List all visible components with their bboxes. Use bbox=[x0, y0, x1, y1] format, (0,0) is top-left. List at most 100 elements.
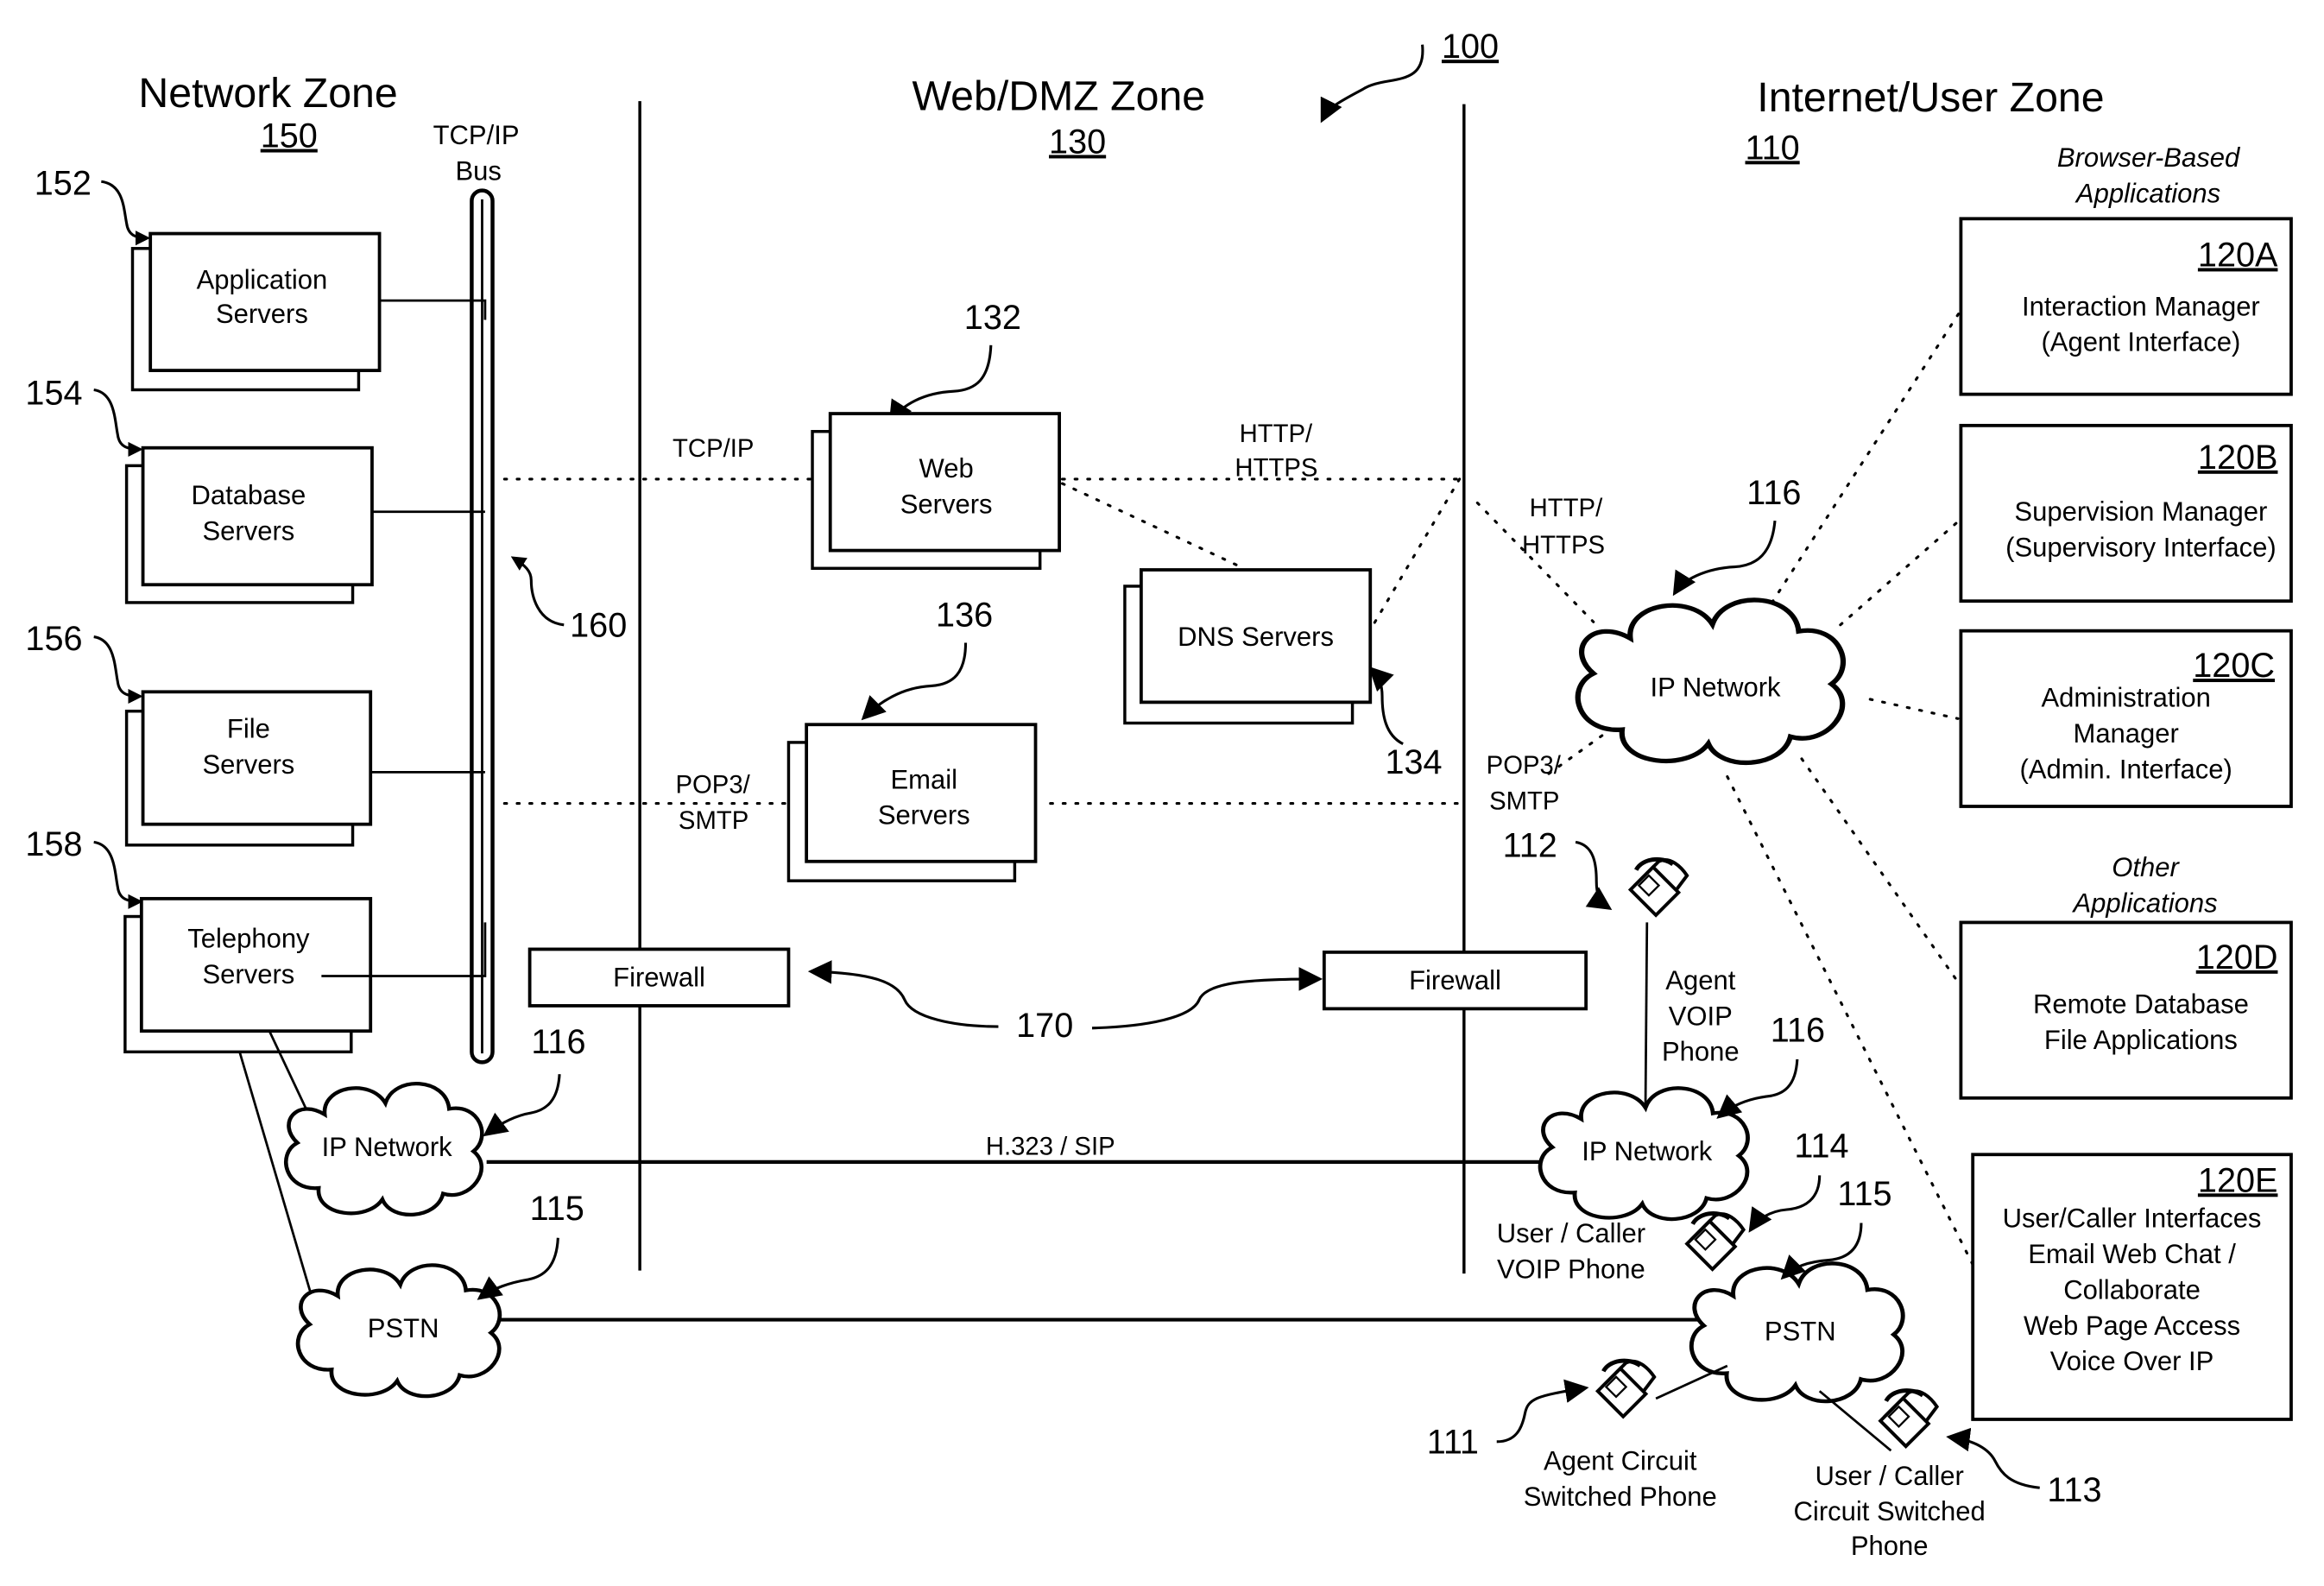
firewall-left: Firewall bbox=[527, 947, 791, 1008]
app-120e: 120E User/Caller Interfaces Email Web Ch… bbox=[1971, 1153, 2293, 1421]
ref-arrow-134 bbox=[1368, 666, 1404, 746]
svg-text:134: 134 bbox=[1385, 743, 1442, 781]
svg-text:IP Network: IP Network bbox=[322, 1132, 453, 1162]
app-120b: 120B Supervision Manager (Supervisory In… bbox=[1959, 423, 2293, 603]
file-servers: 156 File Servers bbox=[25, 620, 485, 847]
svg-text:154: 154 bbox=[25, 375, 82, 413]
link-to-120a bbox=[1770, 311, 1961, 604]
svg-text:156: 156 bbox=[25, 620, 82, 658]
svg-text:Phone: Phone bbox=[1662, 1037, 1740, 1067]
phone-link bbox=[1644, 922, 1649, 1104]
svg-text:SMTP: SMTP bbox=[679, 806, 748, 835]
svg-text:116: 116 bbox=[1746, 474, 1801, 512]
svg-text:113: 113 bbox=[2047, 1471, 2101, 1509]
svg-text:TCP/IP: TCP/IP bbox=[433, 120, 520, 150]
dns-http-link bbox=[1372, 477, 1462, 627]
svg-text:User / Caller: User / Caller bbox=[1497, 1218, 1645, 1248]
svg-text:115: 115 bbox=[1837, 1175, 1891, 1213]
svg-text:SMTP: SMTP bbox=[1489, 787, 1559, 815]
zone-internet-user: Internet/User Zone 110 bbox=[1746, 74, 2105, 167]
svg-text:115: 115 bbox=[530, 1190, 584, 1228]
svg-text:Switched Phone: Switched Phone bbox=[1524, 1482, 1717, 1512]
svg-text:VOIP Phone: VOIP Phone bbox=[1497, 1254, 1645, 1284]
tcpip-bus: TCP/IP Bus 160 bbox=[433, 120, 627, 1065]
svg-text:Manager: Manager bbox=[2073, 718, 2178, 749]
link-to-120b bbox=[1839, 516, 1964, 627]
svg-text:HTTPS: HTTPS bbox=[1522, 531, 1605, 559]
svg-text:136: 136 bbox=[936, 596, 993, 634]
ref-arrow-113 bbox=[1946, 1427, 2040, 1489]
web-servers: 132 Web Servers bbox=[811, 299, 1061, 571]
svg-text:120D: 120D bbox=[2196, 938, 2278, 976]
ref-arrow-112 bbox=[1575, 840, 1613, 911]
svg-text:111: 111 bbox=[1427, 1424, 1479, 1462]
zone-network: Network Zone 150 bbox=[138, 70, 397, 155]
svg-text:Interaction Manager: Interaction Manager bbox=[2022, 291, 2260, 321]
protocol-label-tcpip: TCP/IP bbox=[673, 434, 754, 463]
phone-icon bbox=[1880, 1391, 1936, 1447]
svg-text:Supervision Manager: Supervision Manager bbox=[2014, 496, 2267, 527]
svg-text:116: 116 bbox=[1771, 1011, 1825, 1049]
svg-text:File Applications: File Applications bbox=[2044, 1025, 2238, 1055]
svg-text:Firewall: Firewall bbox=[1409, 965, 1501, 995]
svg-text:Servers: Servers bbox=[216, 299, 308, 329]
phone-icon bbox=[1631, 859, 1687, 915]
database-servers: 154 Database Servers bbox=[25, 375, 485, 604]
app-120d: 120D Remote Database File Applications bbox=[1959, 920, 2293, 1100]
app-120c: 120C Administration Manager (Admin. Inte… bbox=[1959, 629, 2293, 808]
svg-text:Servers: Servers bbox=[203, 516, 295, 547]
email-servers: 136 Email Servers bbox=[786, 596, 1038, 882]
group-label-browser: Browser-Based bbox=[2057, 142, 2241, 173]
ref-arrow-158 bbox=[93, 840, 143, 909]
svg-text:Web Page Access: Web Page Access bbox=[2024, 1311, 2240, 1341]
svg-text:130: 130 bbox=[1049, 123, 1106, 161]
svg-text:150: 150 bbox=[261, 117, 318, 155]
svg-text:Network Zone: Network Zone bbox=[138, 70, 397, 117]
firewall-ref-arrow-left bbox=[807, 960, 999, 1028]
svg-text:HTTP/: HTTP/ bbox=[1240, 420, 1313, 448]
link-to-120c bbox=[1868, 698, 1960, 720]
svg-text:100: 100 bbox=[1442, 28, 1499, 66]
firewall-ref-arrow-right bbox=[1091, 967, 1323, 1030]
svg-text:Web/DMZ Zone: Web/DMZ Zone bbox=[912, 73, 1205, 120]
svg-text:132: 132 bbox=[964, 299, 1021, 337]
svg-text:Database: Database bbox=[192, 480, 306, 510]
svg-text:120C: 120C bbox=[2193, 647, 2275, 685]
svg-text:POP3/: POP3/ bbox=[1487, 751, 1562, 780]
bus-ref-arrow bbox=[510, 556, 565, 627]
phone-icon bbox=[1598, 1361, 1654, 1417]
svg-text:Remote Database: Remote Database bbox=[2033, 989, 2249, 1020]
svg-text:Phone: Phone bbox=[1851, 1531, 1929, 1561]
svg-text:Servers: Servers bbox=[878, 800, 970, 831]
ref-arrow-114 bbox=[1748, 1175, 1822, 1233]
figure-ref-100: 100 bbox=[1320, 28, 1499, 123]
svg-text:Telephony: Telephony bbox=[187, 924, 310, 954]
ref-arrow-154 bbox=[93, 388, 143, 458]
ref-arrow-115-left bbox=[477, 1237, 559, 1300]
svg-text:PSTN: PSTN bbox=[368, 1313, 439, 1343]
telephony-servers: 158 Telephony Servers bbox=[25, 825, 487, 1295]
svg-text:Firewall: Firewall bbox=[613, 963, 705, 993]
svg-text:Internet/User Zone: Internet/User Zone bbox=[1757, 74, 2104, 121]
svg-text:DNS Servers: DNS Servers bbox=[1178, 622, 1334, 652]
svg-text:112: 112 bbox=[1503, 827, 1557, 865]
svg-text:IP Network: IP Network bbox=[1651, 672, 1782, 702]
svg-text:Bus: Bus bbox=[455, 156, 501, 186]
svg-text:PSTN: PSTN bbox=[1765, 1317, 1836, 1347]
dns-servers: DNS Servers 134 bbox=[1123, 568, 1443, 781]
ref-arrow-152 bbox=[100, 180, 151, 246]
svg-text:114: 114 bbox=[1794, 1128, 1848, 1166]
link-to-120d bbox=[1800, 757, 1960, 983]
phone-link bbox=[1655, 1364, 1728, 1400]
svg-text:Email Web Chat /: Email Web Chat / bbox=[2028, 1239, 2236, 1269]
svg-text:Administration: Administration bbox=[2041, 683, 2210, 713]
svg-text:152: 152 bbox=[35, 165, 92, 203]
svg-text:User/Caller Interfaces: User/Caller Interfaces bbox=[2003, 1204, 2262, 1234]
firewall-right: Firewall bbox=[1322, 950, 1588, 1011]
svg-text:158: 158 bbox=[25, 825, 82, 863]
svg-text:120B: 120B bbox=[2198, 439, 2278, 477]
svg-text:Agent Circuit: Agent Circuit bbox=[1544, 1446, 1697, 1476]
svg-text:Email: Email bbox=[891, 764, 958, 794]
svg-text:IP Network: IP Network bbox=[1582, 1136, 1713, 1166]
protocol-label-h323: H.323 / SIP bbox=[986, 1132, 1115, 1160]
